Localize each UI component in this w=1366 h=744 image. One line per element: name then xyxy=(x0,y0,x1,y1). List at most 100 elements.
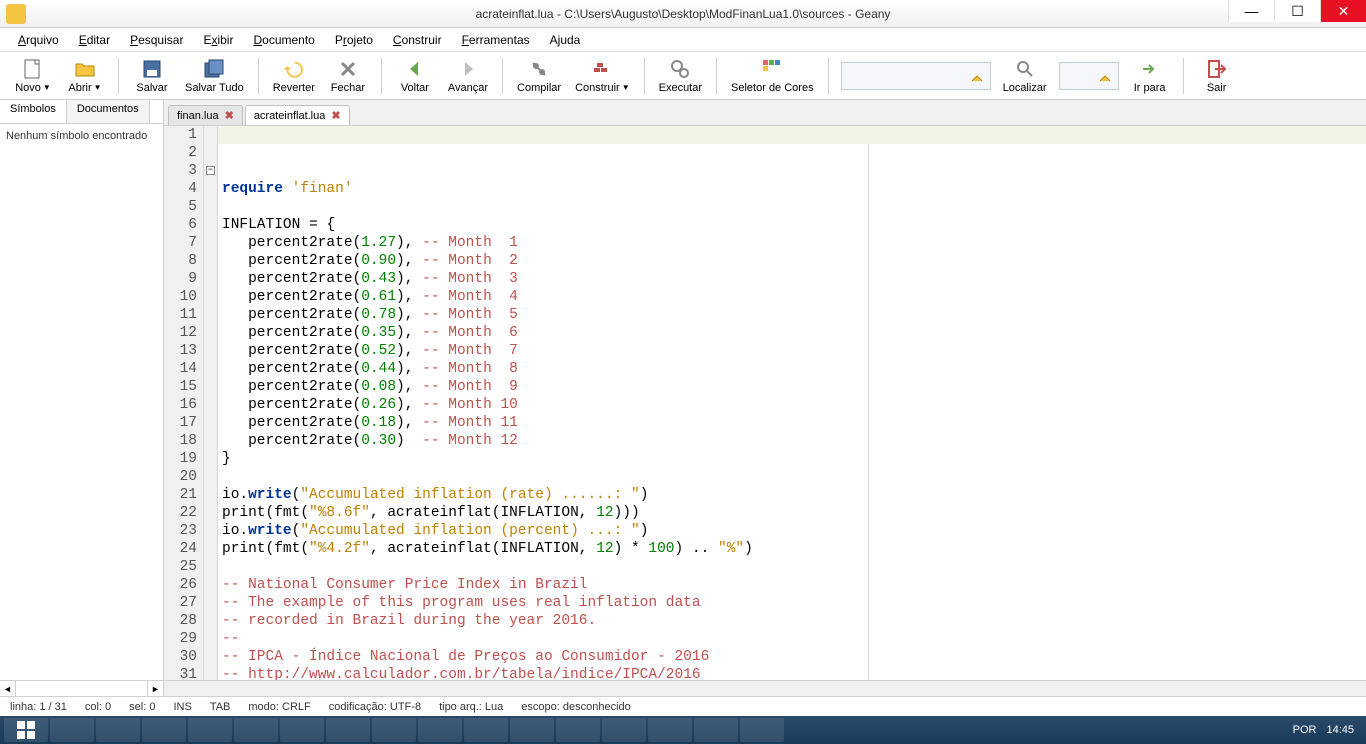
file-tabs: finan.lua ✖ acrateinflat.lua ✖ xyxy=(164,100,1366,126)
taskbar-item[interactable] xyxy=(188,718,232,742)
taskbar-item[interactable] xyxy=(50,718,94,742)
status-encoding: codificação: UTF-8 xyxy=(329,701,421,713)
back-button[interactable]: Voltar xyxy=(390,53,440,99)
status-filetype: tipo arq.: Lua xyxy=(439,701,503,713)
taskbar-item[interactable] xyxy=(280,718,324,742)
menubar: Arquivo Editar Pesquisar Exibir Document… xyxy=(0,28,1366,52)
taskbar-item[interactable] xyxy=(326,718,370,742)
toolbar-separator xyxy=(828,58,829,94)
menu-exibir[interactable]: Exibir xyxy=(195,31,241,49)
exit-icon xyxy=(1206,58,1228,80)
menu-pesquisar[interactable]: Pesquisar xyxy=(122,31,191,49)
back-label: Voltar xyxy=(401,82,429,94)
line-gutter: 1234567891011121314151617181920212223242… xyxy=(164,126,204,680)
toolbar-separator xyxy=(502,58,503,94)
system-tray[interactable]: POR 14:45 xyxy=(1293,724,1362,736)
close-tab-icon[interactable]: ✖ xyxy=(225,109,234,122)
menu-ferramentas[interactable]: Ferramentas xyxy=(454,31,538,49)
color-picker-button[interactable]: Seletor de Cores xyxy=(725,53,820,99)
taskbar-item[interactable] xyxy=(464,718,508,742)
run-button[interactable]: Executar xyxy=(653,53,708,99)
status-sel: sel: 0 xyxy=(129,701,155,713)
sidebar-tab-documents[interactable]: Documentos xyxy=(67,100,150,123)
arrow-right-icon xyxy=(457,58,479,80)
compile-icon xyxy=(528,58,550,80)
menu-projeto[interactable]: Projeto xyxy=(327,31,381,49)
compile-button[interactable]: Compilar xyxy=(511,53,567,99)
file-tab-label: finan.lua xyxy=(177,110,219,122)
goto-button[interactable]: Ir para xyxy=(1125,53,1175,99)
scroll-right-icon[interactable]: ► xyxy=(147,681,163,696)
new-label: Novo xyxy=(15,82,41,94)
start-button[interactable] xyxy=(4,718,48,742)
close-file-button[interactable]: Fechar xyxy=(323,53,373,99)
save-icon xyxy=(141,58,163,80)
close-tab-icon[interactable]: ✖ xyxy=(331,109,340,122)
file-tab-acrateinflat[interactable]: acrateinflat.lua ✖ xyxy=(245,105,350,125)
scroll-left-icon[interactable]: ◄ xyxy=(0,681,16,696)
sidebar-body: Nenhum símbolo encontrado xyxy=(0,124,163,680)
taskbar-item[interactable] xyxy=(372,718,416,742)
arrow-left-icon xyxy=(404,58,426,80)
maximize-button[interactable]: ☐ xyxy=(1274,0,1320,22)
quit-button[interactable]: Sair xyxy=(1192,53,1242,99)
content-area: Símbolos Documentos Nenhum símbolo encon… xyxy=(0,100,1366,696)
build-button[interactable]: Construir▼ xyxy=(569,53,636,99)
taskbar-item[interactable] xyxy=(556,718,600,742)
jump-icon xyxy=(970,68,986,84)
status-line: linha: 1 / 31 xyxy=(10,701,67,713)
save-button[interactable]: Salvar xyxy=(127,53,177,99)
menu-construir[interactable]: Construir xyxy=(385,31,450,49)
taskbar-item[interactable] xyxy=(510,718,554,742)
goto-input[interactable] xyxy=(1059,62,1119,90)
close-file-icon xyxy=(337,58,359,80)
menu-documento[interactable]: Documento xyxy=(245,31,322,49)
taskbar-item[interactable] xyxy=(648,718,692,742)
revert-icon xyxy=(283,58,305,80)
taskbar-item[interactable] xyxy=(694,718,738,742)
taskbar-item[interactable] xyxy=(740,718,784,742)
code-text[interactable]: require 'finan' INFLATION = { percent2ra… xyxy=(218,126,1366,680)
run-label: Executar xyxy=(659,82,702,94)
folder-open-icon xyxy=(74,58,96,80)
taskbar-item[interactable] xyxy=(602,718,646,742)
build-icon xyxy=(591,58,613,80)
fold-toggle-icon[interactable]: − xyxy=(206,166,215,175)
close-file-label: Fechar xyxy=(331,82,365,94)
revert-button[interactable]: Reverter xyxy=(267,53,321,99)
gears-icon xyxy=(669,58,691,80)
horizontal-scrollbar[interactable] xyxy=(164,680,1366,696)
search-icon xyxy=(1014,58,1036,80)
open-button[interactable]: Abrir▼ xyxy=(60,53,110,99)
taskbar-item[interactable] xyxy=(234,718,278,742)
file-tab-finan[interactable]: finan.lua ✖ xyxy=(168,105,243,125)
app-icon xyxy=(6,4,26,24)
new-button[interactable]: Novo▼ xyxy=(8,53,58,99)
toolbar-separator xyxy=(716,58,717,94)
menu-arquivo[interactable]: Arquivo xyxy=(10,31,67,49)
code-editor[interactable]: 1234567891011121314151617181920212223242… xyxy=(164,126,1366,680)
status-mode: modo: CRLF xyxy=(248,701,310,713)
menu-editar[interactable]: Editar xyxy=(71,31,118,49)
minimize-button[interactable]: — xyxy=(1228,0,1274,22)
find-button[interactable]: Localizar xyxy=(997,53,1053,99)
close-button[interactable]: ✕ xyxy=(1320,0,1366,22)
new-file-icon xyxy=(22,58,44,80)
sidebar-scrollbar[interactable]: ◄ ► xyxy=(0,680,163,696)
search-input[interactable] xyxy=(841,62,991,90)
forward-button[interactable]: Avançar xyxy=(442,53,494,99)
sidebar: Símbolos Documentos Nenhum símbolo encon… xyxy=(0,100,164,696)
sidebar-tab-symbols[interactable]: Símbolos xyxy=(0,100,67,123)
quit-label: Sair xyxy=(1207,82,1227,94)
taskbar-item[interactable] xyxy=(96,718,140,742)
jump-icon xyxy=(1098,68,1114,84)
status-ins: INS xyxy=(173,701,191,713)
goto-label: Ir para xyxy=(1134,82,1166,94)
taskbar-item[interactable] xyxy=(142,718,186,742)
tray-lang[interactable]: POR xyxy=(1293,724,1317,736)
status-col: col: 0 xyxy=(85,701,111,713)
toolbar-separator xyxy=(1183,58,1184,94)
taskbar-item[interactable] xyxy=(418,718,462,742)
menu-ajuda[interactable]: Ajuda xyxy=(542,31,589,49)
save-all-button[interactable]: Salvar Tudo xyxy=(179,53,250,99)
